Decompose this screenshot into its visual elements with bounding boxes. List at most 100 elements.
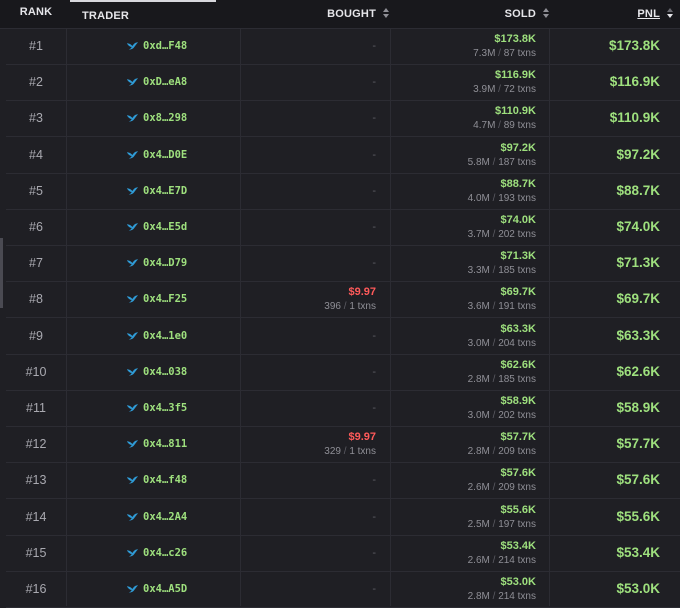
- sold-txns: 204 txns: [498, 337, 536, 349]
- table-row[interactable]: #14 0x4…2A4- $55.6K 2.5M / 197 txns $55.6K: [6, 499, 680, 536]
- trader-link[interactable]: 0xd…F48: [126, 28, 187, 64]
- trader-address[interactable]: 0xD…eA8: [143, 76, 187, 88]
- trader-cell[interactable]: 0x4…f48: [66, 462, 240, 498]
- table-row[interactable]: #10 0x4…038- $62.6K 2.8M / 185 txns $62.6K: [6, 354, 680, 391]
- table-row[interactable]: #3 0x8…298- $110.9K 4.7M / 89 txns $110.9K: [6, 100, 680, 138]
- trader-cell[interactable]: 0x4…811: [66, 426, 240, 462]
- rank-cell: #14: [25, 509, 47, 524]
- table-row[interactable]: #6 0x4…E5d - $74.0K 3.7M / 202 txns $74.0K: [6, 209, 680, 246]
- sort-icon[interactable]: [542, 7, 550, 19]
- trader-address[interactable]: 0x4…3f5: [143, 402, 187, 414]
- trader-cell[interactable]: 0xd…F48: [66, 28, 240, 64]
- trader-cell[interactable]: 0x4…F25: [66, 281, 240, 317]
- trader-address[interactable]: 0x4…2A4: [143, 511, 187, 523]
- trader-cell[interactable]: 0x4…c26: [66, 535, 240, 571]
- sort-desc-icon[interactable]: [666, 7, 674, 19]
- table-row[interactable]: #13 0x4…f48- $57.6K 2.6M / 209 txns $57.6K: [6, 462, 680, 500]
- trader-address[interactable]: 0x8…298: [143, 112, 187, 124]
- pnl-cell: $55.6K: [616, 508, 660, 524]
- trader-link[interactable]: 0x4…f48: [126, 462, 187, 498]
- sold-usd: $57.6K: [500, 467, 536, 480]
- sold-usd: $173.8K: [494, 33, 536, 45]
- column-header-sold-label: SOLD: [504, 8, 536, 20]
- trader-link[interactable]: 0x8…298: [126, 100, 187, 136]
- rank-cell: #6: [29, 220, 43, 234]
- trader-cell[interactable]: 0x8…298: [66, 100, 240, 136]
- table-row[interactable]: #1 0xd…F48- $173.8K 7.3M / 87 txns $173.8K: [6, 28, 680, 65]
- table-row[interactable]: #8 0x4…F25 $9.97 396 / 1 txns $69.7K 3.6M / 1…: [6, 281, 680, 319]
- rank-cell: #8: [29, 292, 43, 307]
- sold-txns: 202 txns: [498, 229, 536, 240]
- trader-cell[interactable]: 0x4…E5d: [66, 209, 240, 245]
- rank-cell: #10: [25, 364, 47, 379]
- trader-link[interactable]: 0x4…811: [126, 426, 187, 462]
- rank-cell: #2: [29, 75, 43, 90]
- table-row[interactable]: #11 0x4…3f5- $58.9K 3.0M / 202 txns $58.9K: [6, 390, 680, 427]
- trader-link[interactable]: 0x4…3f5: [126, 390, 187, 426]
- trader-link[interactable]: 0xD…eA8: [126, 64, 187, 100]
- table-header: RANK TRADER BOUGHT SOLD PNL: [0, 0, 680, 29]
- table-row[interactable]: #2 0xD…eA8- $116.9K 3.9M / 72 txns $116.9K: [6, 64, 680, 102]
- trader-bird-icon: [126, 368, 139, 376]
- trader-cell[interactable]: 0x4…1e0: [66, 318, 240, 354]
- trader-bird-icon: [126, 476, 139, 485]
- rank-cell: #13: [25, 473, 47, 488]
- sold-cell: $55.6K 2.5M / 197 txns: [467, 503, 536, 530]
- sold-cell: $53.0K 2.8M / 214 txns: [467, 576, 536, 602]
- rank-cell: #4: [29, 147, 43, 162]
- trader-link[interactable]: 0x4…A5D: [126, 571, 187, 607]
- trader-address[interactable]: 0x4…E5d: [143, 221, 187, 233]
- table-row[interactable]: #4 0x4…D0E - $97.2K 5.8M / 187 txns $97.2K: [6, 137, 680, 174]
- trader-cell[interactable]: 0xD…eA8: [66, 64, 240, 100]
- sold-txns: 202 txns: [498, 410, 536, 421]
- trader-cell[interactable]: 0x4…D79: [66, 245, 240, 281]
- trader-link[interactable]: 0x4…1e0: [126, 318, 187, 354]
- sold-tokens: 3.0M: [467, 337, 490, 349]
- trader-address[interactable]: 0x4…D79: [143, 257, 187, 269]
- trader-address[interactable]: 0x4…1e0: [143, 330, 187, 342]
- trader-address[interactable]: 0x4…D0E: [143, 149, 187, 161]
- trader-cell[interactable]: 0x4…D0E: [66, 137, 240, 173]
- sold-txns: 209 txns: [498, 446, 536, 458]
- trader-address[interactable]: 0x4…f48: [143, 474, 187, 486]
- rank-cell: #16: [25, 582, 47, 596]
- trader-link[interactable]: 0x4…c26: [126, 535, 187, 571]
- table-row[interactable]: #5 0x4…E7D - $88.7K 4.0M / 193 txns $88.7K: [6, 173, 680, 210]
- trader-address[interactable]: 0x4…038: [143, 366, 187, 378]
- bought-cell: -: [240, 64, 376, 100]
- trader-address[interactable]: 0x4…F25: [143, 293, 187, 305]
- column-header-sold[interactable]: SOLD: [390, 0, 550, 28]
- trader-link[interactable]: 0x4…038: [126, 354, 187, 390]
- trader-address[interactable]: 0x4…A5D: [143, 583, 187, 595]
- sold-txns: 191 txns: [498, 301, 536, 313]
- trader-cell[interactable]: 0x4…3f5: [66, 390, 240, 426]
- trader-link[interactable]: 0x4…E7D: [126, 173, 187, 209]
- table-row[interactable]: #7 0x4…D79- $71.3K 3.3M / 185 txns $71.3K: [6, 245, 680, 283]
- pnl-cell: $74.0K: [616, 219, 660, 234]
- trader-cell[interactable]: 0x4…E7D: [66, 173, 240, 209]
- trader-address[interactable]: 0x4…c26: [143, 547, 187, 559]
- trader-bird-icon: [126, 585, 139, 593]
- trader-link[interactable]: 0x4…D79: [126, 245, 187, 281]
- trader-cell[interactable]: 0x4…A5D: [66, 571, 240, 607]
- trader-link[interactable]: 0x4…E5d: [126, 209, 187, 245]
- sort-icon[interactable]: [382, 7, 390, 19]
- trader-address[interactable]: 0x4…811: [143, 438, 187, 450]
- trader-cell[interactable]: 0x4…038: [66, 354, 240, 390]
- column-header-pnl[interactable]: PNL: [550, 0, 674, 28]
- table-row[interactable]: #12 0x4…811 $9.97 329 / 1 txns $57.7K 2.8M / …: [6, 426, 680, 464]
- trader-address[interactable]: 0x4…E7D: [143, 185, 187, 197]
- table-row[interactable]: #9 0x4…1e0- $63.3K 3.0M / 204 txns $63.3K: [6, 318, 680, 355]
- table-row[interactable]: #15 0x4…c26- $53.4K 2.6M / 214 txns $53.4K: [6, 535, 680, 572]
- trader-link[interactable]: 0x4…F25: [126, 281, 187, 317]
- sold-tokens: 3.3M: [467, 265, 490, 277]
- column-header-bought[interactable]: BOUGHT: [240, 0, 390, 28]
- trader-link[interactable]: 0x4…D0E: [126, 137, 187, 173]
- trader-cell[interactable]: 0x4…2A4: [66, 499, 240, 535]
- trader-link[interactable]: 0x4…2A4: [126, 499, 187, 535]
- table-row[interactable]: #16 0x4…A5D - $53.0K 2.8M / 214 txns $53.0K: [6, 571, 680, 608]
- sold-cell: $71.3K 3.3M / 185 txns: [467, 250, 536, 277]
- sold-usd: $116.9K: [495, 69, 536, 82]
- trader-address[interactable]: 0xd…F48: [143, 40, 187, 52]
- sold-cell: $57.7K 2.8M / 209 txns: [467, 431, 536, 458]
